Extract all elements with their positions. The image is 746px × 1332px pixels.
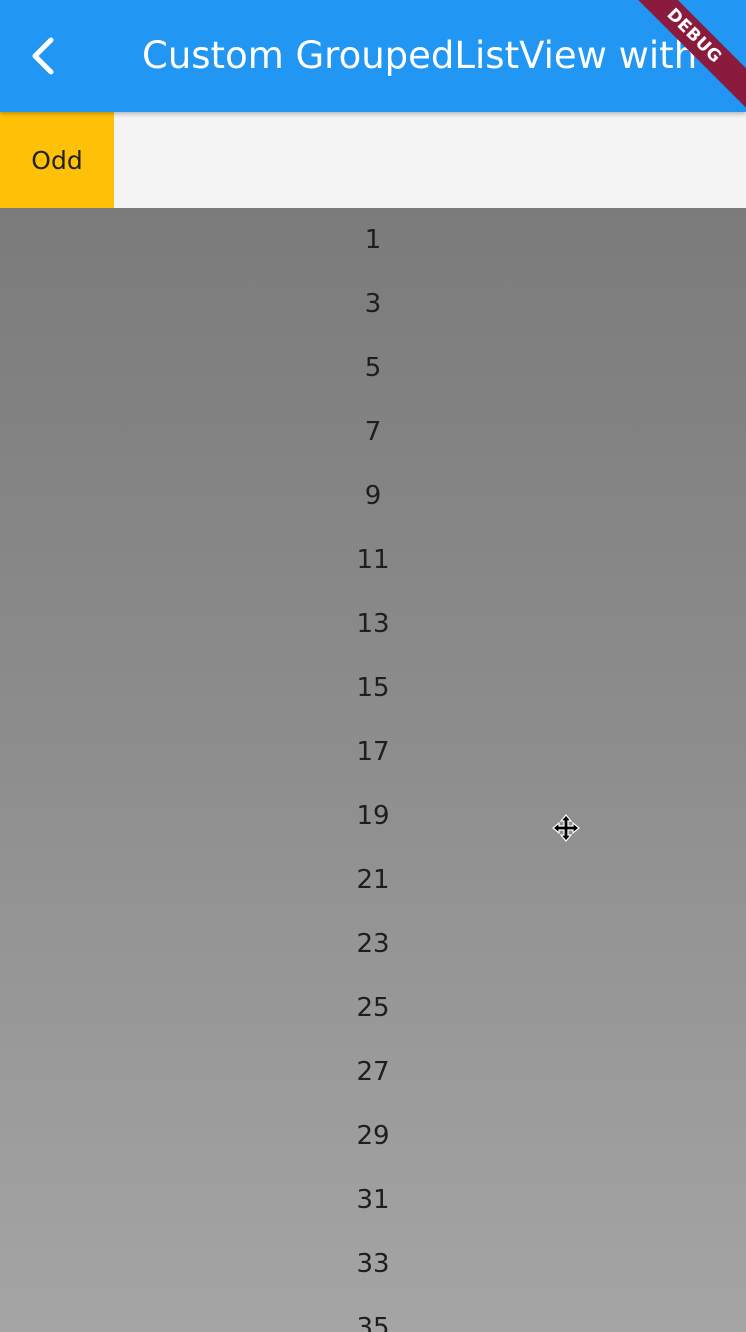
list-item-label: 25 bbox=[356, 993, 390, 1023]
list-item[interactable]: 19 bbox=[0, 784, 746, 848]
list-item-label: 1 bbox=[364, 225, 382, 255]
list-item[interactable]: 27 bbox=[0, 1040, 746, 1104]
list-item[interactable]: 13 bbox=[0, 592, 746, 656]
list-item[interactable]: 33 bbox=[0, 1232, 746, 1296]
list-item-label: 23 bbox=[356, 929, 390, 959]
list-item-label: 35 bbox=[356, 1313, 390, 1332]
list-item-label: 27 bbox=[356, 1057, 390, 1087]
list-item-label: 15 bbox=[356, 673, 390, 703]
group-header-label: Odd bbox=[31, 145, 83, 175]
list-item-label: 5 bbox=[364, 353, 382, 383]
list-item-label: 9 bbox=[364, 481, 382, 511]
list-item[interactable]: 17 bbox=[0, 720, 746, 784]
list-item[interactable]: 23 bbox=[0, 912, 746, 976]
arrow-back-icon bbox=[32, 37, 54, 75]
list-item[interactable]: 29 bbox=[0, 1104, 746, 1168]
group-header-odd: Odd bbox=[0, 112, 114, 208]
page-title: Custom GroupedListView with ... bbox=[142, 34, 732, 77]
list-item-label: 31 bbox=[356, 1185, 390, 1215]
back-button[interactable] bbox=[14, 26, 70, 86]
list-item-label: 17 bbox=[356, 737, 390, 767]
list-item[interactable]: 7 bbox=[0, 400, 746, 464]
list-item[interactable]: 3 bbox=[0, 272, 746, 336]
list-item[interactable]: 25 bbox=[0, 976, 746, 1040]
list-item[interactable]: 5 bbox=[0, 336, 746, 400]
list-item-label: 11 bbox=[356, 545, 390, 575]
group-header-row: Odd bbox=[0, 112, 746, 208]
list-item[interactable]: 11 bbox=[0, 528, 746, 592]
app-bar: Custom GroupedListView with ... DEBUG bbox=[0, 0, 746, 112]
list-item[interactable]: 21 bbox=[0, 848, 746, 912]
list-item-label: 21 bbox=[356, 865, 390, 895]
list-item[interactable]: 35 bbox=[0, 1296, 746, 1332]
list-item[interactable]: 31 bbox=[0, 1168, 746, 1232]
move-cursor-icon bbox=[552, 814, 580, 842]
list-item[interactable]: 1 bbox=[0, 208, 746, 272]
list-item-label: 19 bbox=[356, 801, 390, 831]
list-item[interactable]: 15 bbox=[0, 656, 746, 720]
grouped-list[interactable]: 1 3 5 7 9 11 13 15 17 19 21 23 25 27 29 … bbox=[0, 208, 746, 1332]
list-item[interactable]: 9 bbox=[0, 464, 746, 528]
list-item-label: 7 bbox=[364, 417, 382, 447]
list-item-label: 3 bbox=[364, 289, 382, 319]
list-item-label: 13 bbox=[356, 609, 390, 639]
list-item-label: 29 bbox=[356, 1121, 390, 1151]
list-item-label: 33 bbox=[356, 1249, 390, 1279]
